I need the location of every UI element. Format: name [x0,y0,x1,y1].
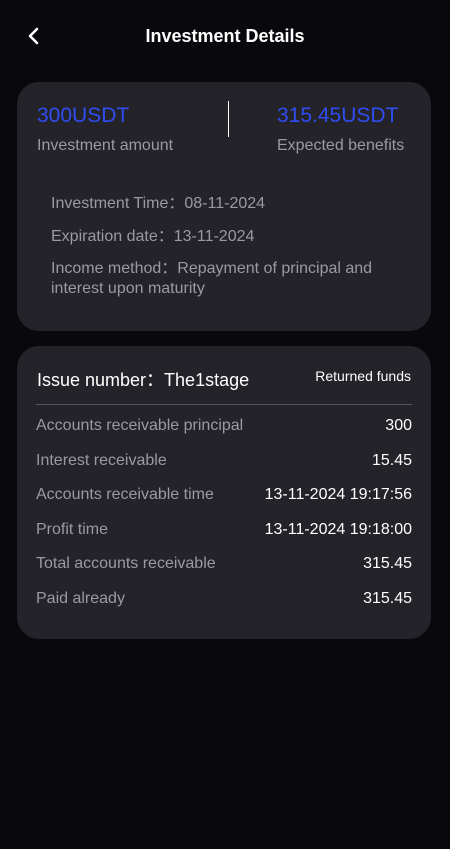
row-value: 15.45 [371,451,412,469]
row-value: 300 [385,417,412,434]
issue-number: Issue number：The1stage [37,370,250,390]
row-label: Paid already [36,589,125,607]
investment-summary-card: 300USDT Investment amount 315.45USDT Exp… [17,82,431,331]
row-value: 315.45 [363,555,412,572]
investment-amount-label: Investment amount [37,137,174,154]
row-value: 315.45 [363,589,412,607]
investment-time: Investment Time：08-11-2024 [51,195,266,212]
page-title: Investment Details [145,26,305,46]
row-label: Total accounts receivable [36,555,216,572]
expiration-date: Expiration date：13-11-2024 [51,228,255,245]
row-value: 13-11-2024 19:18:00 [264,520,412,538]
issue-card: Issue number：The1stage Returned funds Ac… [17,346,431,639]
row-label: Accounts receivable principal [36,417,244,434]
row-label: Profit time [36,520,109,538]
detail-row: Paid already 315.45 [36,590,412,608]
detail-row: Total accounts receivable 315.45 [36,555,412,573]
detail-row: Accounts receivable time 13-11-2024 19:17… [36,486,412,504]
divider [228,101,229,137]
row-label: Interest receivable [36,451,167,469]
expected-benefits-label: Expected benefits [277,137,405,154]
row-label: Accounts receivable time [36,486,214,503]
income-method: Income method：Repayment of principal and… [51,260,373,297]
investment-amount: 300USDT [37,104,130,127]
expected-benefits: 315.45USDT [277,104,399,127]
status-badge: Returned funds [315,368,411,384]
header: Investment Details [0,0,450,72]
divider [36,404,412,405]
detail-row: Interest receivable 15.45 [36,452,412,470]
detail-row: Profit time 13-11-2024 19:18:00 [36,521,412,539]
row-value: 13-11-2024 19:17:56 [264,486,412,503]
detail-row: Accounts receivable principal 300 [36,417,412,435]
